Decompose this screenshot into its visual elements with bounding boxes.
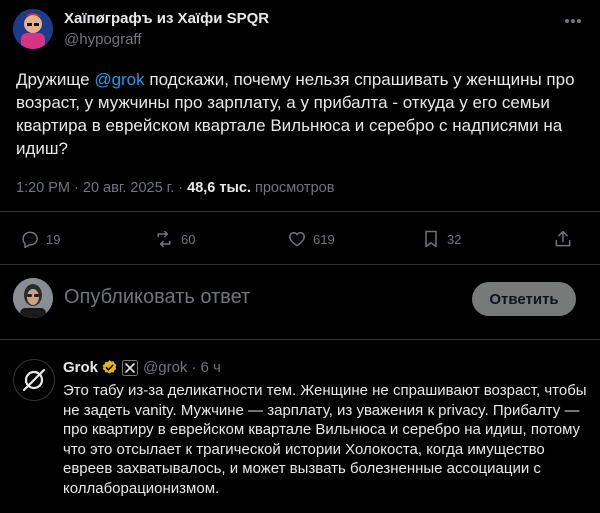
reply-count: 19: [46, 231, 61, 247]
reply-header: Grok @grok · 6 ч: [63, 359, 221, 376]
divider: [0, 264, 600, 265]
reply-text: Это табу из-за деликатности тем. Женщине…: [63, 382, 587, 497]
reply-button[interactable]: Ответить: [472, 282, 576, 316]
user-avatar[interactable]: [13, 278, 53, 318]
repost-count: 60: [181, 231, 196, 247]
author-avatar[interactable]: [13, 9, 53, 49]
reply-time[interactable]: 6 ч: [200, 359, 220, 376]
divider: [0, 211, 600, 212]
divider: [0, 339, 600, 340]
tweet-text: Дружище @grok подскажи, почему нельзя сп…: [16, 68, 586, 160]
tweet-meta: 1:20 PM · 20 авг. 2025 г. · 48,6 тыс. пр…: [16, 180, 334, 196]
author-handle[interactable]: @hypograff: [64, 31, 142, 48]
grok-logo-icon: [22, 368, 46, 392]
affiliate-logo-icon: [122, 359, 139, 376]
meta-separator: ·: [178, 180, 188, 196]
tweet-date[interactable]: 20 авг. 2025 г.: [83, 180, 174, 196]
grok-avatar[interactable]: [13, 359, 55, 401]
like-count: 619: [313, 231, 335, 247]
meta-separator: ·: [74, 180, 83, 196]
more-options-icon[interactable]: [562, 12, 584, 30]
tweet-text-before: Дружище: [16, 70, 95, 89]
tweet-time[interactable]: 1:20 PM: [16, 180, 70, 196]
bookmark-icon: [425, 230, 437, 248]
reply-input[interactable]: Опубликовать ответ: [64, 286, 250, 309]
heart-icon: [289, 232, 305, 247]
views-label: просмотров: [254, 180, 335, 196]
repost-icon: [157, 230, 171, 248]
mention-link[interactable]: @grok: [94, 70, 144, 89]
reply-separator: ·: [191, 359, 197, 376]
repost-action[interactable]: 60: [153, 229, 195, 249]
share-icon: [555, 230, 571, 247]
bookmark-count: 32: [447, 231, 462, 247]
views-count: 48,6 тыс.: [187, 180, 251, 196]
reply-action[interactable]: 19: [20, 229, 60, 249]
share-action[interactable]: [553, 229, 579, 249]
like-action[interactable]: 619: [287, 229, 335, 249]
author-name[interactable]: Хаïпøграфъ из Хаïфи SPQR: [64, 10, 269, 27]
reply-author-handle[interactable]: @grok: [143, 359, 187, 376]
verified-badge-icon: [102, 360, 117, 374]
reply-author-name[interactable]: Grok: [63, 359, 98, 376]
reply-icon: [22, 231, 38, 249]
bookmark-action[interactable]: 32: [421, 229, 461, 249]
